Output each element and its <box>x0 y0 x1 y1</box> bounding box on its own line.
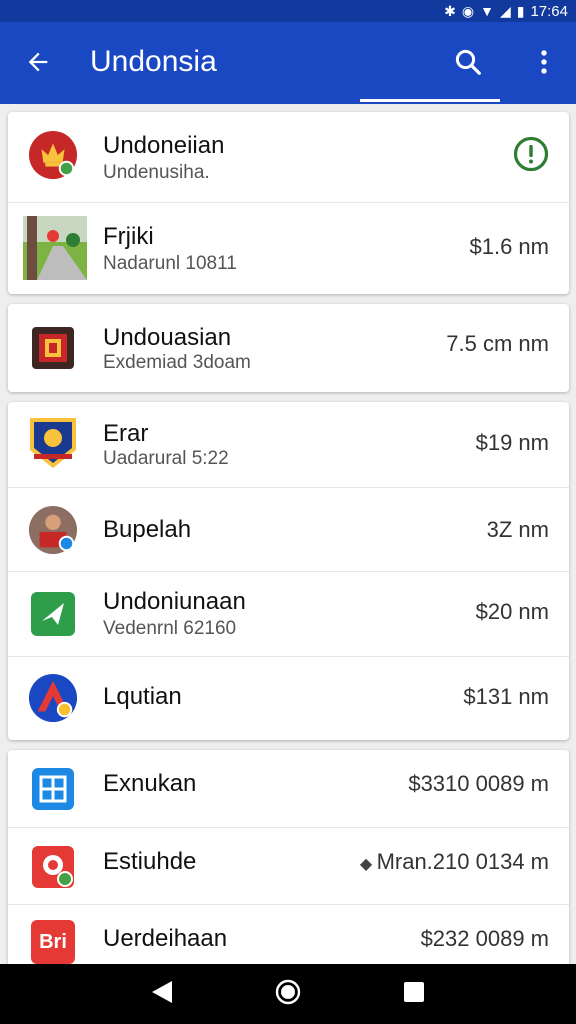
app-bar: Undonsia <box>0 22 576 104</box>
list-item[interactable]: Estiuhde ◆ Mran.210 0134 m <box>8 828 569 905</box>
item-amount: $1.6 nm <box>469 234 550 259</box>
item-subtitle: Uadarural 5:22 <box>103 448 229 469</box>
status-bar: ✱ ◉ ▼ ◢ ▮ 17:64 <box>0 0 576 22</box>
sync-icon: ◉ <box>461 3 475 19</box>
item-amount: $232 0089 m <box>420 926 549 951</box>
emblem-icon <box>28 130 78 180</box>
item-name: Estiuhde <box>103 848 197 875</box>
page-title: Undonsia <box>90 45 217 78</box>
status-time: 17:64 <box>530 2 568 20</box>
item-name: Erar <box>103 420 149 447</box>
item-name: Lqutian <box>103 683 182 710</box>
list-item[interactable]: Undoneiian Undenusiha. <box>8 112 569 203</box>
item-amount: $19 nm <box>475 430 549 455</box>
account-group-card: Exnukan $3310 0089 m Estiuhde ◆ Mran.210… <box>8 750 569 975</box>
badge-icon <box>28 418 78 468</box>
search-button[interactable] <box>450 44 486 80</box>
search-icon <box>455 49 481 75</box>
square-recents-icon <box>404 981 424 1002</box>
grid-app-icon <box>28 764 78 814</box>
item-amount-wrap: ◆ Mran.210 0134 m <box>360 848 549 879</box>
diamond-icon: ◆ <box>359 856 377 873</box>
a-logo-icon <box>28 673 78 723</box>
item-amount: $131 nm <box>463 684 549 709</box>
item-name: Exnukan <box>103 770 197 797</box>
list-item[interactable]: Frjiki Nadarunl 10811 $1.6 nm <box>8 203 569 294</box>
list-item[interactable]: Lqutian $131 nm <box>8 657 569 740</box>
battery-icon: ▮ <box>516 3 525 19</box>
overflow-menu-button[interactable] <box>530 44 558 80</box>
item-name: Uerdeihaan <box>103 925 228 952</box>
list-item[interactable]: Undouasian Exdemiad 3doam 7.5 cm nm <box>8 304 569 392</box>
item-amount: Mran.210 0134 m <box>376 849 549 874</box>
item-name: Bupelah <box>103 516 192 543</box>
send-icon <box>28 589 78 639</box>
item-name: Undoneiian <box>103 132 225 159</box>
circle-home-icon <box>275 979 301 1004</box>
nav-recents-button[interactable] <box>402 980 426 1009</box>
triangle-back-icon <box>152 980 172 1003</box>
system-nav-bar <box>0 964 576 1024</box>
item-amount: $20 nm <box>475 599 549 624</box>
account-group-card: Undouasian Exdemiad 3doam 7.5 cm nm <box>8 304 569 392</box>
wifi-icon: ▼ <box>480 3 494 19</box>
item-amount: $3310 0089 m <box>408 771 549 796</box>
bri-logo-icon: Bri <box>28 917 78 967</box>
tab-indicator <box>360 99 500 102</box>
signal-icon: ◢ <box>499 3 511 19</box>
account-group-card: Undoneiian Undenusiha. Frjiki Nadarunl 1… <box>8 112 569 294</box>
item-name: Undouasian <box>103 324 232 351</box>
item-amount: 7.5 cm nm <box>446 331 549 356</box>
item-name: Undoniunaan <box>103 588 246 615</box>
avatar-icon <box>28 505 78 555</box>
nav-home-button[interactable] <box>274 978 302 1011</box>
item-name: Frjiki <box>103 223 154 250</box>
list-item[interactable]: Erar Uadarural 5:22 $19 nm <box>8 402 569 488</box>
alert-circle-icon[interactable] <box>513 136 549 177</box>
back-button[interactable] <box>20 44 56 80</box>
map-pin-app-icon <box>28 842 78 892</box>
list-item[interactable]: Exnukan $3310 0089 m <box>8 750 569 828</box>
item-subtitle: Undenusiha. <box>103 162 210 183</box>
item-subtitle: Nadarunl 10811 <box>103 253 237 274</box>
more-vert-icon <box>541 50 547 74</box>
account-group-card: Erar Uadarural 5:22 $19 nm Bupelah 3Z nm… <box>8 402 569 740</box>
bluetooth-icon: ✱ <box>444 3 456 19</box>
item-subtitle: Exdemiad 3doam <box>103 352 251 373</box>
bri-logo-text: Bri <box>39 930 67 953</box>
list-item[interactable]: Bupelah 3Z nm <box>8 488 569 572</box>
list-item[interactable]: Undoniunaan Vedenrnl 62160 $20 nm <box>8 572 569 657</box>
arrow-left-icon <box>28 52 48 72</box>
item-subtitle: Vedenrnl 62160 <box>103 618 237 639</box>
bri-logo-tile: Bri <box>31 920 75 964</box>
nav-back-button[interactable] <box>150 979 174 1010</box>
crest-icon <box>28 323 78 373</box>
item-amount: 3Z nm <box>486 517 549 542</box>
photo-thumbnail-icon <box>22 215 88 281</box>
